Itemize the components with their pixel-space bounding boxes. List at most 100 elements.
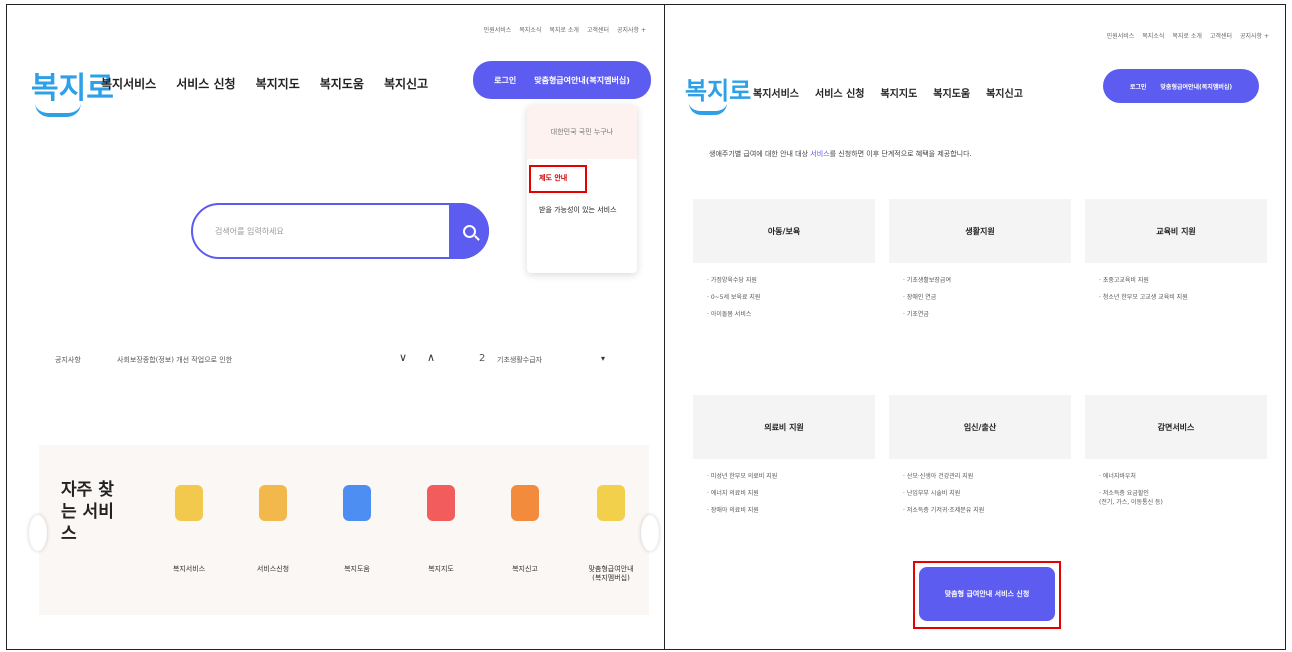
category-list: · 초중고교육비 지원 · 청소년 한부모 고교생 교육비 지원 [1085,263,1267,301]
notice-text[interactable]: 사회보장종합(정보) 개선 작업으로 인한 [117,355,232,365]
category-item: · 기초생활보장급여 [903,277,951,284]
logo-smile [35,103,81,117]
frequent-service-item[interactable]: 서비스신청 [241,485,305,574]
dropdown-header: 대한민국 국민 누구나 [527,105,637,159]
service-icon [427,485,455,521]
util-link[interactable]: 고객센터 [1210,31,1232,40]
frequent-title: 자주 찾는 서비스 [61,480,114,545]
category-card: 감면서비스 · 에너지바우처 · 저소득층 요금할인 (전기, 가스, 이동통신 등… [1085,395,1267,565]
dropdown-arrow-icon[interactable]: ▾ [601,354,605,363]
category-item: · 가정양육수당 지원 [707,277,757,284]
category-item: · 청소년 한부모 고교생 교육비 지원 [1099,294,1188,301]
nav-item[interactable]: 복지신고 [986,85,1023,100]
intro-post: 를 신청하면 이후 단계적으로 혜택을 제공합니다. [829,150,972,158]
login-button[interactable]: 로그인 [1130,82,1147,91]
service-icon [511,485,539,521]
highlight-box [913,561,1061,629]
chevron-up-icon[interactable]: ∧ [427,351,435,364]
nav-item[interactable]: 복지지도 [256,75,300,92]
highlight-box [529,165,587,193]
util-link[interactable]: 공지사항 + [617,25,646,34]
nav-item[interactable]: 복지신고 [384,75,428,92]
service-label: 복지도움 [344,565,370,573]
intro-highlight: 서비스 [810,150,830,158]
category-item: · 난임부부 시술비 지원 [903,490,961,497]
membership-page-panel: 민원서비스 복지소식 복지로 소개 고객센터 공지사항 + 복지로 복지서비스 … [665,5,1285,649]
category-item: · 미성년 한부모 의료비 지원 [707,473,778,480]
category-item: · 초중고교육비 지원 [1099,277,1149,284]
category-item: · 아이돌봄 서비스 [707,311,752,318]
category-item: · 장애아 의료비 지원 [707,507,759,514]
frequent-service-item[interactable]: 맞춤형급여안내 (복지멤버십) [579,485,643,583]
chevron-down-icon[interactable]: ∨ [399,351,407,364]
category-list: · 미성년 한부모 의료비 지원 · 에너지 의료비 지원 · 장애아 의료비 지원 [693,459,875,514]
logo-text: 복지로 [685,76,752,105]
dropdown-item-possible-services[interactable]: 받을 가능성이 있는 서비스 [539,205,617,215]
search-button[interactable] [449,203,489,259]
frequent-service-item[interactable]: 복지신고 [493,485,557,574]
search-icon [462,224,476,238]
main-nav: 복지서비스 서비스 신청 복지지도 복지도움 복지신고 [101,75,428,92]
search-bar: 검색어를 입력하세요 [191,203,489,259]
login-bar: 로그인 맞춤형급여안내(복지멤버십) [1103,69,1259,103]
nav-item[interactable]: 복지지도 [880,85,917,100]
logo-smile [689,103,727,115]
category-item: · 에너지 의료비 지원 [707,490,759,497]
login-button[interactable]: 로그인 [494,75,516,86]
service-label: 맞춤형급여안내 (복지멤버십) [588,565,634,583]
nav-item[interactable]: 복지도움 [933,85,970,100]
category-title: 감면서비스 [1085,395,1267,459]
service-label: 복지서비스 [172,565,206,573]
nav-item[interactable]: 복지도움 [320,75,364,92]
util-link[interactable]: 고객센터 [587,25,609,34]
nav-item[interactable]: 복지서비스 [101,75,156,92]
category-item: · 기초연금 [903,311,929,318]
rank-number: 2 [479,353,486,364]
nav-item[interactable]: 서비스 신청 [176,75,235,92]
category-card: 생활지원 · 기초생활보장급여 · 장애인 연금 · 기초연금 [889,199,1071,369]
service-icon [175,485,203,521]
category-list: · 에너지바우처 · 저소득층 요금할인 (전기, 가스, 이동통신 등) [1085,459,1267,506]
utility-links: 민원서비스 복지소식 복지로 소개 고객센터 공지사항 + [484,25,646,34]
login-bar: 로그인 맞춤형급여안내(복지멤버십) [473,61,651,99]
main-page-panel: 민원서비스 복지소식 복지로 소개 고객센터 공지사항 + 복지로 복지서비스 … [7,5,665,649]
membership-button[interactable]: 맞춤형급여안내(복지멤버십) [1160,82,1232,91]
service-icon [597,485,625,521]
service-label: 서비스신청 [256,565,290,573]
util-link[interactable]: 민원서비스 [1107,31,1135,40]
service-label: 복지신고 [512,565,538,573]
category-title: 아동/보육 [693,199,875,263]
category-title: 임신/출산 [889,395,1071,459]
membership-button[interactable]: 맞춤형급여안내(복지멤버십) [534,75,630,86]
util-link[interactable]: 복지소식 [1142,31,1164,40]
search-input[interactable]: 검색어를 입력하세요 [215,226,284,237]
frequent-service-item[interactable]: 복지지도 [409,485,473,574]
intro-text: 생애주기별 급여에 대한 안내 대상 서비스를 신청하면 이후 단계적으로 혜택… [709,149,972,159]
service-icon [259,485,287,521]
service-label: 복지지도 [428,565,454,573]
category-title: 생활지원 [889,199,1071,263]
nav-item[interactable]: 복지서비스 [753,85,799,100]
service-icon [343,485,371,521]
category-item: · 산모·신생아 건강관리 지원 [903,473,974,480]
frequent-service-item[interactable]: 복지서비스 [157,485,221,574]
util-link[interactable]: 복지로 소개 [549,25,579,34]
category-card: 의료비 지원 · 미성년 한부모 의료비 지원 · 에너지 의료비 지원 · 장애아 … [693,395,875,565]
category-card: 교육비 지원 · 초중고교육비 지원 · 청소년 한부모 고교생 교육비 지원 [1085,199,1267,369]
util-link[interactable]: 복지소식 [519,25,541,34]
carousel-next-button[interactable] [641,515,659,551]
notice-label: 공지사항 [55,356,81,364]
util-link[interactable]: 공지사항 + [1240,31,1269,40]
comparison-frame: 민원서비스 복지소식 복지로 소개 고객센터 공지사항 + 복지로 복지서비스 … [6,4,1286,650]
logo[interactable]: 복지로 [685,71,752,115]
carousel-prev-button[interactable] [29,515,47,551]
frequent-service-item[interactable]: 복지도움 [325,485,389,574]
main-nav: 복지서비스 서비스 신청 복지지도 복지도움 복지신고 [753,85,1023,100]
util-link[interactable]: 복지로 소개 [1172,31,1202,40]
category-item: · 저소득층 요금할인 (전기, 가스, 이동통신 등) [1099,490,1163,506]
frequent-services: 자주 찾는 서비스 복지서비스 서비스신청 복지도움 복지지도 복지신고 맞춤형급여안내 … [29,445,659,615]
nav-item[interactable]: 서비스 신청 [815,85,864,100]
category-list: · 산모·신생아 건강관리 지원 · 난임부부 시술비 지원 · 저소득층 기저귀·… [889,459,1071,514]
util-link[interactable]: 민원서비스 [484,25,512,34]
rank-text[interactable]: 기초생활수급자 [497,355,542,365]
